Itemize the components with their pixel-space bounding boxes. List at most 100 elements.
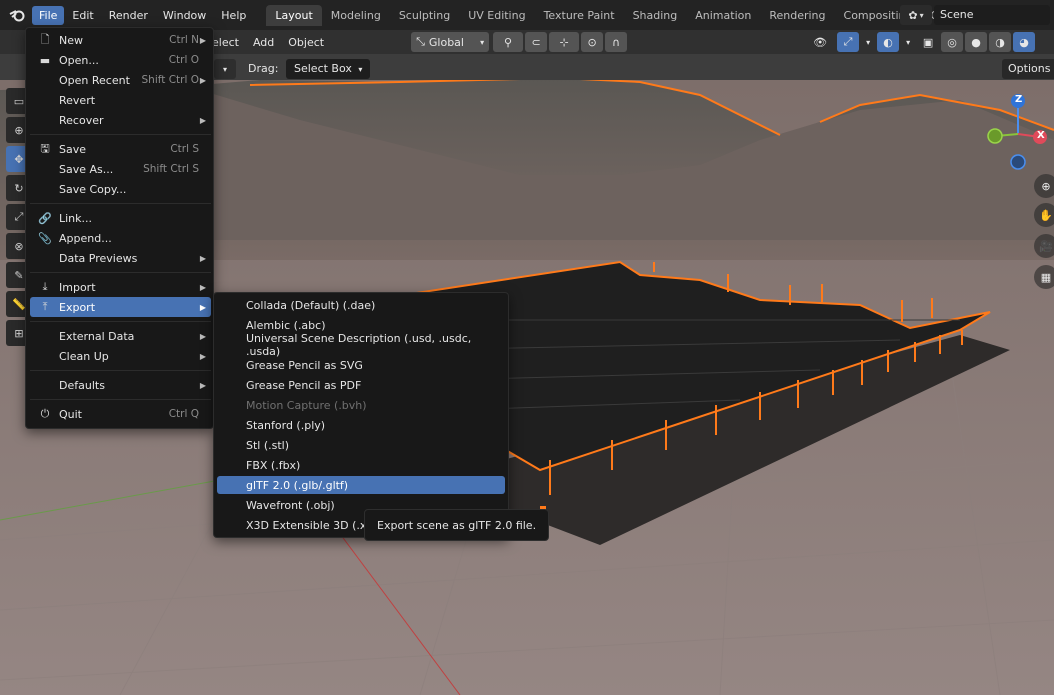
menu-item-revert[interactable]: Revert <box>30 90 211 110</box>
export-item-bvh: Motion Capture (.bvh) <box>246 398 367 412</box>
menu-item-quit[interactable]: ⏻ Quit Ctrl Q <box>30 404 211 424</box>
camera-view-icon[interactable]: 🎥 <box>1034 234 1054 258</box>
export-item-ply[interactable]: Stanford (.ply) <box>217 416 505 434</box>
shortcut: Shift Ctrl S <box>143 163 199 175</box>
power-icon: ⏻ <box>40 407 50 420</box>
submenu-arrow-icon: ▶ <box>199 253 206 263</box>
export-item-grease-pencil-svg[interactable]: Grease Pencil as SVG <box>217 356 505 374</box>
export-submenu: Collada (Default) (.dae) Alembic (.abc) … <box>213 292 509 538</box>
tab-layout[interactable]: Layout <box>266 4 322 26</box>
transform-orientation-select[interactable]: ⤡ Global ▾ <box>411 32 490 52</box>
options-button[interactable]: Options <box>1002 59 1054 79</box>
shortcut: Ctrl Q <box>168 408 199 420</box>
drag-value: Select Box <box>294 62 352 75</box>
menu-render[interactable]: Render <box>102 6 155 25</box>
perspective-grid-icon[interactable]: ▦ <box>1034 265 1054 289</box>
select-menu[interactable]: elect <box>212 33 246 52</box>
options-label: Options <box>1008 62 1051 75</box>
add-menu[interactable]: Add <box>246 33 281 52</box>
gizmo-toggle-icon[interactable]: ⤢ <box>837 32 860 52</box>
menu-item-save[interactable]: 🖫 Save Ctrl S <box>30 139 211 159</box>
tab-modeling[interactable]: Modeling <box>322 5 390 26</box>
overlay-dropdown[interactable]: ▾ <box>901 32 915 52</box>
shortcut: Ctrl S <box>170 143 199 155</box>
tab-shading[interactable]: Shading <box>624 5 687 26</box>
scene-selector: ✿ ▾ Scene <box>900 5 1050 25</box>
menu-separator <box>30 134 211 135</box>
menu-separator <box>30 272 211 273</box>
gizmo-x-label: X <box>1037 130 1045 141</box>
menu-item-defaults[interactable]: Defaults ▶ <box>30 375 211 395</box>
export-item-stl[interactable]: Stl (.stl) <box>217 436 505 454</box>
menu-edit[interactable]: Edit <box>65 6 100 25</box>
navigation-gizmo[interactable]: Z X <box>984 92 1050 172</box>
tab-texture-paint[interactable]: Texture Paint <box>535 5 624 26</box>
export-item-usd[interactable]: Universal Scene Description (.usd, .usdc… <box>217 332 505 358</box>
chevron-down-icon: ▾ <box>480 37 485 47</box>
pan-hand-icon[interactable]: ✋ <box>1034 203 1054 227</box>
menu-separator <box>30 370 211 371</box>
import-icon: ⤓ <box>42 280 48 293</box>
zoom-icon[interactable]: ⊕ <box>1034 174 1054 198</box>
submenu-arrow-icon: ▶ <box>199 351 206 361</box>
submenu-arrow-icon: ▶ <box>199 115 206 125</box>
menu-item-open-recent[interactable]: Open Recent Shift Ctrl O ▶ <box>30 70 211 90</box>
menu-file[interactable]: File <box>32 5 65 25</box>
falloff-icon[interactable]: ∩ <box>605 32 628 52</box>
blender-logo-icon[interactable] <box>8 6 26 24</box>
export-item-fbx[interactable]: FBX (.fbx) <box>217 456 505 474</box>
menu-item-recover[interactable]: Recover ▶ <box>30 110 211 130</box>
submenu-arrow-icon: ▶ <box>199 75 206 85</box>
pivot-point-button[interactable]: ⚲ <box>493 32 524 52</box>
scene-browse-button[interactable]: ✿ ▾ <box>900 5 932 25</box>
menu-item-new[interactable]: 🗋 New Ctrl N ▶ <box>30 30 211 50</box>
chevron-down-icon: ▾ <box>358 65 363 74</box>
overlay-toggle-icon[interactable]: ◐ <box>877 32 900 52</box>
gizmo-dropdown[interactable]: ▾ <box>861 32 875 52</box>
drag-label: Drag: <box>248 62 279 75</box>
menu-item-external-data[interactable]: External Data ▶ <box>30 326 211 346</box>
orientation-icon: ⤡ <box>416 35 425 48</box>
menu-item-import[interactable]: ⤓ Import ▶ <box>30 277 211 297</box>
export-item-grease-pencil-pdf[interactable]: Grease Pencil as PDF <box>217 376 505 394</box>
tab-rendering[interactable]: Rendering <box>760 5 834 26</box>
snap-target-button[interactable]: ⊹ <box>549 32 580 52</box>
export-item-collada[interactable]: Collada (Default) (.dae) <box>217 296 505 314</box>
menu-item-open[interactable]: ▬ Open... Ctrl O <box>30 50 211 70</box>
scene-icon: ✿ <box>908 8 918 22</box>
drag-select-box-dropdown[interactable]: Select Box ▾ <box>286 59 371 79</box>
wireframe-shading-icon[interactable]: ◎ <box>941 32 964 52</box>
solid-shading-icon[interactable]: ● <box>965 32 988 52</box>
submenu-arrow-icon: ▶ <box>199 380 206 390</box>
tab-sculpting[interactable]: Sculpting <box>390 5 459 26</box>
rendered-shading-icon[interactable]: ◕ <box>1013 32 1036 52</box>
proportional-edit-icon[interactable]: ⊙ <box>581 32 604 52</box>
snap-icon[interactable]: ⊂ <box>525 32 548 52</box>
object-menu[interactable]: Object <box>281 33 331 52</box>
menu-item-link[interactable]: 🔗 Link... <box>30 208 211 228</box>
xray-toggle-icon[interactable]: ▣ <box>917 32 939 52</box>
shortcut: Ctrl O <box>168 54 199 66</box>
export-gltf-tooltip: Export scene as glTF 2.0 file. <box>364 509 550 541</box>
menu-item-data-previews[interactable]: Data Previews ▶ <box>30 248 211 268</box>
menu-window[interactable]: Window <box>156 6 213 25</box>
export-item-gltf[interactable]: glTF 2.0 (.glb/.gltf) <box>217 476 505 494</box>
scene-name-field[interactable]: Scene <box>934 5 1050 25</box>
submenu-arrow-icon: ▶ <box>199 331 206 341</box>
tab-uv-editing[interactable]: UV Editing <box>459 5 534 26</box>
menu-item-save-copy[interactable]: Save Copy... <box>30 179 211 199</box>
menu-item-append[interactable]: 📎 Append... <box>30 228 211 248</box>
top-bar: File Edit Render Window Help Layout Mode… <box>0 0 1054 30</box>
tab-animation[interactable]: Animation <box>686 5 760 26</box>
menu-separator <box>30 203 211 204</box>
menu-help[interactable]: Help <box>214 6 253 25</box>
mode-dropdown[interactable]: ▾ <box>214 59 236 79</box>
menu-separator <box>30 399 211 400</box>
material-shading-icon[interactable]: ◑ <box>989 32 1012 52</box>
menu-item-clean-up[interactable]: Clean Up ▶ <box>30 346 211 366</box>
file-menu: 🗋 New Ctrl N ▶ ▬ Open... Ctrl O Open Rec… <box>25 27 214 429</box>
menu-item-export[interactable]: ⤒ Export ▶ <box>30 297 211 317</box>
menu-item-save-as[interactable]: Save As... Shift Ctrl S <box>30 159 211 179</box>
shortcut: Ctrl N <box>169 34 199 46</box>
visibility-icon[interactable]: 👁 <box>805 32 835 52</box>
